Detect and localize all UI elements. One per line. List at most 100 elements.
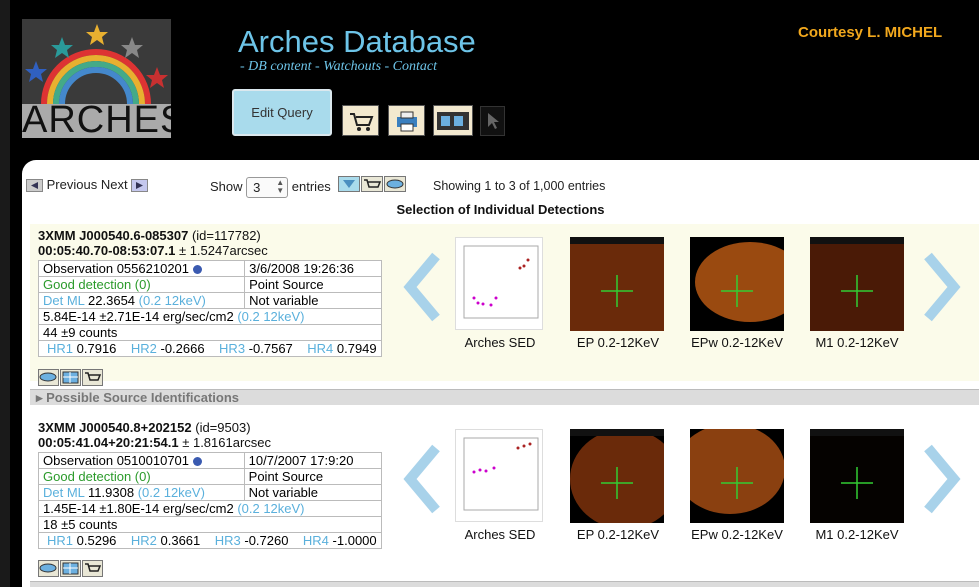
det-ml-band: (0.2 12keV): [138, 293, 206, 308]
left-strip: [0, 0, 10, 587]
det-ml-value: 22.3654: [88, 293, 136, 308]
ep-caption: EP 0.2-12KeV: [576, 527, 660, 542]
observation-id[interactable]: Observation 0556210201: [43, 261, 189, 276]
add-to-cart-icon[interactable]: [82, 560, 103, 577]
observation-info-icon[interactable]: [192, 457, 202, 467]
flux-value: 5.84E-14 ±2.71E-14 erg/sec/cm2: [43, 309, 234, 324]
hr3-label: HR3: [214, 533, 241, 548]
hr3-value: -0.7567: [248, 341, 293, 356]
detection-table: Observation 0556210201 3/6/2008 19:26:36…: [37, 260, 382, 357]
results-panel: Previous Next Show 3 ▲ ▼ entries Showing 1…: [22, 160, 979, 587]
sed-plot-thumbnail[interactable]: [455, 429, 543, 522]
sed-caption: Arches SED: [464, 527, 536, 542]
entries-label: entries: [291, 178, 331, 194]
hr4-value: -1.0000: [332, 533, 377, 548]
observation-date: 3/6/2008 19:26:36: [244, 260, 382, 277]
printer-icon: [396, 111, 417, 131]
detection-actions: [38, 369, 103, 387]
section-title: Selection of Individual Detections: [396, 202, 605, 217]
sub-navigation[interactable]: - DB content - Watchouts - Contact: [240, 59, 437, 75]
source-id: (id=117782): [191, 228, 261, 243]
cursor-tool-button[interactable]: [480, 106, 505, 136]
counts: 44 ±9 counts: [38, 324, 382, 341]
det-ml-label: Det ML: [43, 293, 85, 308]
entries-stepper[interactable]: 3 ▲ ▼: [246, 177, 289, 198]
hr2-value: 0.3661: [160, 533, 201, 548]
epw-caption: EPw 0.2-12KeV: [691, 527, 783, 542]
add-to-cart-icon[interactable]: [82, 369, 103, 386]
hr1-label: HR1: [47, 533, 74, 548]
table-icon[interactable]: [60, 560, 81, 577]
pager-nav: Previous Next: [26, 177, 149, 193]
cart-icon: [349, 112, 373, 131]
possible-identifications-label[interactable]: Possible Source Identifications: [46, 390, 239, 405]
sed-plot-graphic: [463, 437, 539, 511]
m1-image-thumbnail[interactable]: [810, 429, 904, 523]
print-button[interactable]: [388, 105, 425, 136]
detection-card: 3XMM J000540.6-085307 (id=117782) 00:05:…: [30, 224, 979, 386]
possible-identifications-toggle[interactable]: [30, 581, 979, 587]
view-icon[interactable]: [38, 560, 59, 577]
possible-identifications-toggle[interactable]: ▸ Possible Source Identifications: [30, 389, 979, 405]
flux-cell: 1.45E-14 ±1.80E-14 erg/sec/cm2 (0.2 12ke…: [38, 500, 382, 517]
filter-icon[interactable]: [338, 176, 360, 192]
previous-arrow-icon[interactable]: [26, 179, 43, 193]
detection-coordinates: 00:05:41.04+20:21:54.1 ± 1.8161arcsec: [38, 435, 271, 450]
film-button[interactable]: [433, 105, 473, 136]
variability: Not variable: [243, 484, 382, 501]
hr4-label: HR4: [302, 533, 329, 548]
observation-id[interactable]: Observation 0510010701: [43, 453, 189, 468]
ep-image-thumbnail[interactable]: [570, 237, 664, 331]
carousel-next-icon[interactable]: [922, 444, 962, 514]
cart-button[interactable]: [342, 105, 379, 136]
previous-link[interactable]: Previous: [47, 177, 98, 192]
flux-band: (0.2 12keV): [237, 501, 305, 516]
page: ARCHES Arches Database - DB content - Wa…: [0, 0, 979, 587]
sed-plot-thumbnail[interactable]: [455, 237, 543, 330]
carousel-prev-icon[interactable]: [402, 252, 442, 322]
detection-card: 3XMM J000540.8+202152 (id=9503) 00:05:41…: [30, 416, 979, 577]
list-cart-icon[interactable]: [361, 176, 383, 192]
m1-image-graphic: [810, 237, 904, 331]
carousel-next-icon[interactable]: [922, 252, 962, 322]
det-ml-label: Det ML: [43, 485, 85, 500]
hr1-value: 0.5296: [76, 533, 117, 548]
view-icon[interactable]: [38, 369, 59, 386]
logo-text: ARCHES: [22, 99, 171, 138]
next-link[interactable]: Next: [101, 177, 128, 192]
observation-cell[interactable]: Observation 0510010701: [38, 452, 245, 469]
edit-query-button[interactable]: Edit Query: [232, 89, 332, 136]
epw-image-thumbnail[interactable]: [675, 424, 785, 523]
m1-caption: M1 0.2-12KeV: [815, 335, 899, 350]
hr3-value: -0.7260: [244, 533, 289, 548]
detection-table: Observation 0510010701 10/7/2007 17:9:20…: [38, 452, 382, 549]
list-view-icon[interactable]: [384, 176, 406, 192]
detection-name: 3XMM J000540.8+202152 (id=9503): [38, 420, 251, 435]
epw-image-graphic: [690, 237, 805, 331]
hr1-value: 0.7916: [76, 341, 117, 356]
table-icon[interactable]: [60, 369, 81, 386]
page-size-control: Show 3 ▲ ▼ entries: [210, 177, 331, 198]
epw-image-thumbnail[interactable]: [690, 237, 805, 331]
counts: 18 ±5 counts: [38, 516, 382, 533]
showing-count: Showing 1 to 3 of 1,000 entries: [433, 179, 606, 193]
carousel-prev-icon[interactable]: [402, 444, 442, 514]
next-arrow-icon[interactable]: [131, 179, 149, 193]
arches-logo[interactable]: ARCHES: [22, 19, 171, 138]
hardness-ratios: HR1 0.5296 HR2 0.3661 HR3 -0.7260 HR4 -1…: [38, 532, 382, 549]
observation-cell[interactable]: Observation 0556210201: [37, 260, 246, 277]
hr2-value: -0.2666: [160, 341, 205, 356]
variability: Not variable: [244, 292, 382, 309]
epw-image-graphic: [675, 424, 785, 523]
m1-image-thumbnail[interactable]: [810, 237, 904, 331]
ep-caption: EP 0.2-12KeV: [576, 335, 660, 350]
hr4-label: HR4: [307, 341, 334, 356]
observation-info-icon[interactable]: [192, 265, 202, 275]
detection-name: 3XMM J000540.6-085307 (id=117782): [38, 228, 261, 243]
stepper-arrows-icon: ▲ ▼: [276, 178, 285, 195]
m1-image-graphic: [810, 429, 904, 523]
pointer-icon: [487, 113, 499, 129]
page-title: Arches Database: [238, 24, 476, 59]
flux-cell: 5.84E-14 ±2.71E-14 erg/sec/cm2 (0.2 12ke…: [38, 308, 382, 325]
ep-image-thumbnail[interactable]: [570, 429, 680, 529]
